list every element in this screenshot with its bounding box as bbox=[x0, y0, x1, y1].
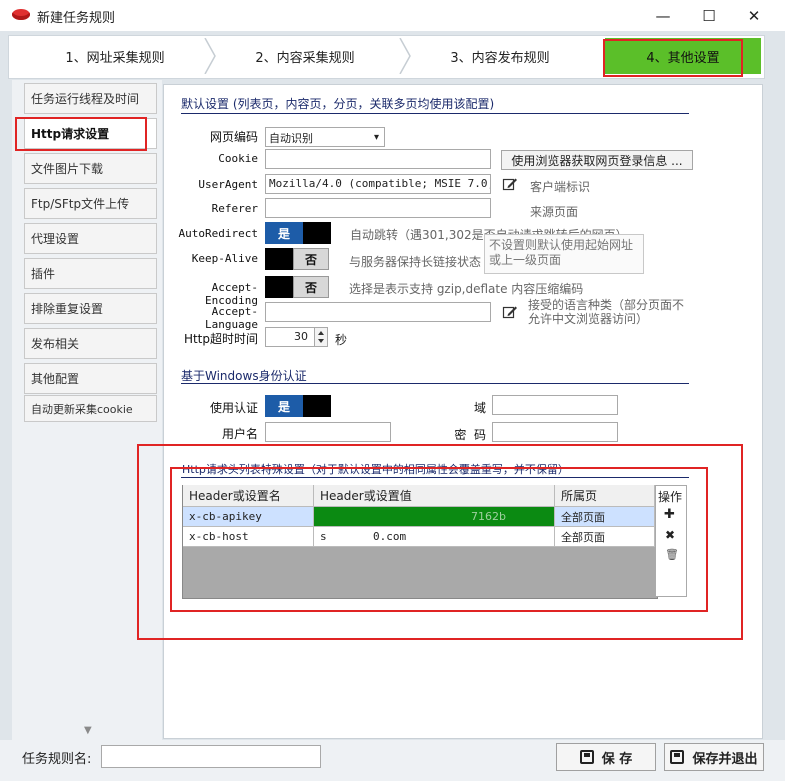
autoredirect-label: AutoRedirect bbox=[178, 227, 258, 240]
step-url-rules[interactable]: 1、网址采集规则 bbox=[20, 38, 210, 74]
acceptencoding-label: Accept-Encoding bbox=[205, 281, 258, 307]
toggle-on-label: 是 bbox=[265, 222, 303, 244]
cookie-input[interactable] bbox=[265, 149, 491, 169]
nav-thread-time[interactable]: 任务运行线程及时间 bbox=[24, 83, 157, 114]
referer-input[interactable] bbox=[265, 198, 491, 218]
username-input[interactable] bbox=[265, 422, 391, 442]
section-divider bbox=[181, 383, 689, 384]
default-settings-title: 默认设置 (列表页，内容页，分页，关联多页均使用该配置) bbox=[181, 97, 495, 111]
encoding-label: 网页编码 bbox=[209, 130, 258, 144]
acceptlanguage-label: Accept-Language bbox=[205, 305, 258, 331]
close-button[interactable]: ✕ bbox=[731, 0, 777, 31]
edit-icon[interactable] bbox=[502, 304, 518, 320]
save-exit-button-label: 保存并退出 bbox=[692, 751, 758, 767]
nav-plugins[interactable]: 插件 bbox=[24, 258, 157, 289]
save-icon bbox=[579, 750, 594, 764]
windows-auth-title: 基于Windows身份认证 bbox=[181, 369, 307, 383]
save-button-label: 保 存 bbox=[601, 751, 633, 767]
save-exit-button[interactable]: 保存并退出 bbox=[664, 743, 764, 771]
save-button[interactable]: 保 存 bbox=[556, 743, 656, 771]
referer-hint: 来源页面 bbox=[530, 205, 579, 219]
toggle-handle bbox=[303, 222, 331, 244]
toggle-off-label: 否 bbox=[293, 276, 329, 298]
nav-scroll-down-icon[interactable]: ▼ bbox=[84, 725, 92, 736]
save-icon bbox=[670, 750, 685, 764]
timeout-input[interactable]: 30 bbox=[265, 327, 315, 347]
referer-tooltip: 不设置则默认使用起始网址 或上一级页面 bbox=[484, 234, 644, 274]
nav-file-download[interactable]: 文件图片下载 bbox=[24, 153, 157, 184]
app-logo-icon bbox=[12, 9, 30, 20]
table-highlight-box bbox=[170, 467, 708, 612]
toggle-handle bbox=[265, 276, 293, 298]
edit-icon[interactable] bbox=[502, 176, 518, 192]
password-input[interactable] bbox=[492, 422, 618, 442]
window-title: 新建任务规则 bbox=[37, 11, 116, 26]
stepper-arrows-icon bbox=[318, 331, 324, 343]
domain-input[interactable] bbox=[492, 395, 618, 415]
task-name-input[interactable] bbox=[101, 745, 321, 768]
encoding-select[interactable]: 自动识别 bbox=[265, 127, 385, 147]
step-content-rules[interactable]: 2、内容采集规则 bbox=[215, 38, 395, 74]
nav-auto-cookie[interactable]: 自动更新采集cookie bbox=[24, 395, 157, 422]
toggle-handle bbox=[303, 395, 331, 417]
nav-dedupe[interactable]: 排除重复设置 bbox=[24, 293, 157, 324]
task-name-label: 任务规则名: bbox=[22, 752, 92, 767]
section-divider bbox=[181, 113, 689, 114]
timeout-stepper[interactable] bbox=[314, 327, 328, 347]
acceptlanguage-hint: 接受的语言种类（部分页面不允许中文浏览器访问） bbox=[528, 298, 685, 326]
browser-login-button[interactable]: 使用浏览器获取网页登录信息 ... bbox=[501, 150, 693, 170]
nav-proxy[interactable]: 代理设置 bbox=[24, 223, 157, 254]
acceptlanguage-input[interactable] bbox=[265, 302, 491, 322]
toggle-handle bbox=[265, 248, 293, 270]
chevron-down-icon[interactable]: ▾ bbox=[369, 128, 384, 146]
timeout-unit: 秒 bbox=[335, 333, 348, 347]
cookie-label: Cookie bbox=[218, 152, 258, 165]
minimize-button[interactable]: — bbox=[640, 0, 686, 31]
keepalive-toggle[interactable]: 否 bbox=[265, 248, 329, 270]
referer-label: Referer bbox=[211, 202, 258, 215]
use-auth-label: 使用认证 bbox=[209, 401, 258, 415]
useragent-hint: 客户端标识 bbox=[530, 180, 591, 194]
timeout-label: Http超时时间 bbox=[183, 332, 258, 346]
maximize-button[interactable]: ☐ bbox=[686, 0, 732, 31]
nav-other-config[interactable]: 其他配置 bbox=[24, 363, 157, 394]
acceptencoding-toggle[interactable]: 否 bbox=[265, 276, 329, 298]
useragent-label: UserAgent bbox=[198, 178, 258, 191]
toggle-on-label: 是 bbox=[265, 395, 303, 417]
autoredirect-toggle[interactable]: 是 bbox=[265, 222, 331, 244]
toggle-off-label: 否 bbox=[293, 248, 329, 270]
useragent-input[interactable]: Mozilla/4.0 (compatible; MSIE 7.0; Wi bbox=[265, 174, 491, 194]
nav-highlight-box bbox=[15, 117, 147, 151]
password-label: 密 码 bbox=[454, 428, 486, 442]
nav-publish[interactable]: 发布相关 bbox=[24, 328, 157, 359]
step-highlight-box bbox=[603, 39, 743, 77]
keepalive-hint: 与服务器保持长链接状态 bbox=[349, 255, 482, 269]
acceptencoding-hint: 选择是表示支持 gzip,deflate 内容压缩编码 bbox=[349, 282, 584, 296]
step-publish-rules[interactable]: 3、内容发布规则 bbox=[410, 38, 590, 74]
nav-ftp-upload[interactable]: Ftp/SFtp文件上传 bbox=[24, 188, 157, 219]
keepalive-label: Keep-Alive bbox=[191, 252, 258, 265]
use-auth-toggle[interactable]: 是 bbox=[265, 395, 331, 417]
domain-label: 域 bbox=[473, 401, 486, 415]
username-label: 用户名 bbox=[221, 427, 258, 441]
